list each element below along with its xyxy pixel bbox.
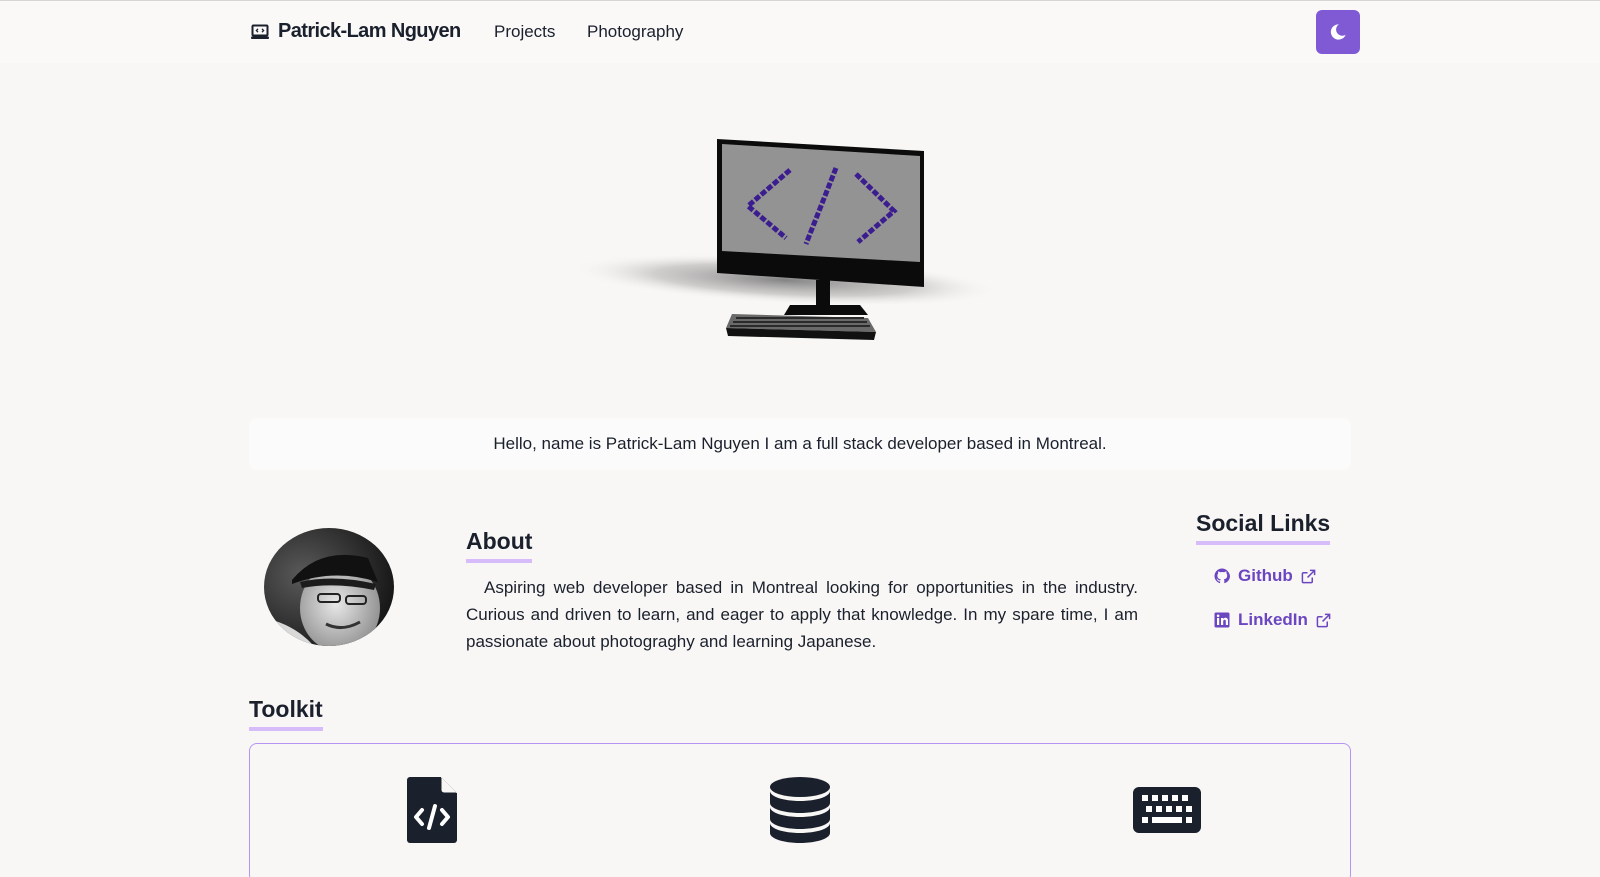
- linkedin-link-label: LinkedIn: [1238, 610, 1308, 629]
- toolkit-heading: Toolkit: [249, 696, 323, 731]
- moon-icon: [1330, 24, 1346, 40]
- about-paragraph: Aspiring web developer based in Montreal…: [466, 578, 1138, 651]
- brand-name: Patrick-Lam Nguyen: [278, 20, 461, 42]
- external-link-icon: [1316, 613, 1331, 627]
- nav-photography-link[interactable]: Photography: [587, 22, 683, 42]
- hero-computer-illustration: [570, 120, 1010, 360]
- navbar: Patrick-Lam Nguyen Projects Photography: [0, 1, 1600, 63]
- laptop-code-icon: [251, 24, 269, 39]
- theme-toggle-button[interactable]: [1316, 10, 1360, 54]
- file-code-icon: [407, 777, 457, 843]
- about-heading: About: [466, 528, 533, 563]
- social-links-heading: Social Links: [1196, 510, 1331, 545]
- greeting-banner: Hello, name is Patrick-Lam Nguyen I am a…: [249, 418, 1351, 470]
- github-link-label: Github: [1238, 566, 1293, 585]
- linkedin-link[interactable]: LinkedIn: [1214, 610, 1331, 630]
- avatar: [264, 528, 394, 646]
- brand-link[interactable]: Patrick-Lam Nguyen: [250, 20, 461, 43]
- github-link[interactable]: Github: [1214, 566, 1316, 586]
- linkedin-icon: [1214, 612, 1230, 628]
- database-icon: [770, 777, 830, 843]
- toolkit-panel: [249, 743, 1351, 877]
- nav-projects-link[interactable]: Projects: [494, 22, 555, 42]
- keyboard-icon: [1133, 787, 1201, 833]
- github-icon: [1214, 568, 1230, 584]
- external-link-icon: [1301, 569, 1316, 583]
